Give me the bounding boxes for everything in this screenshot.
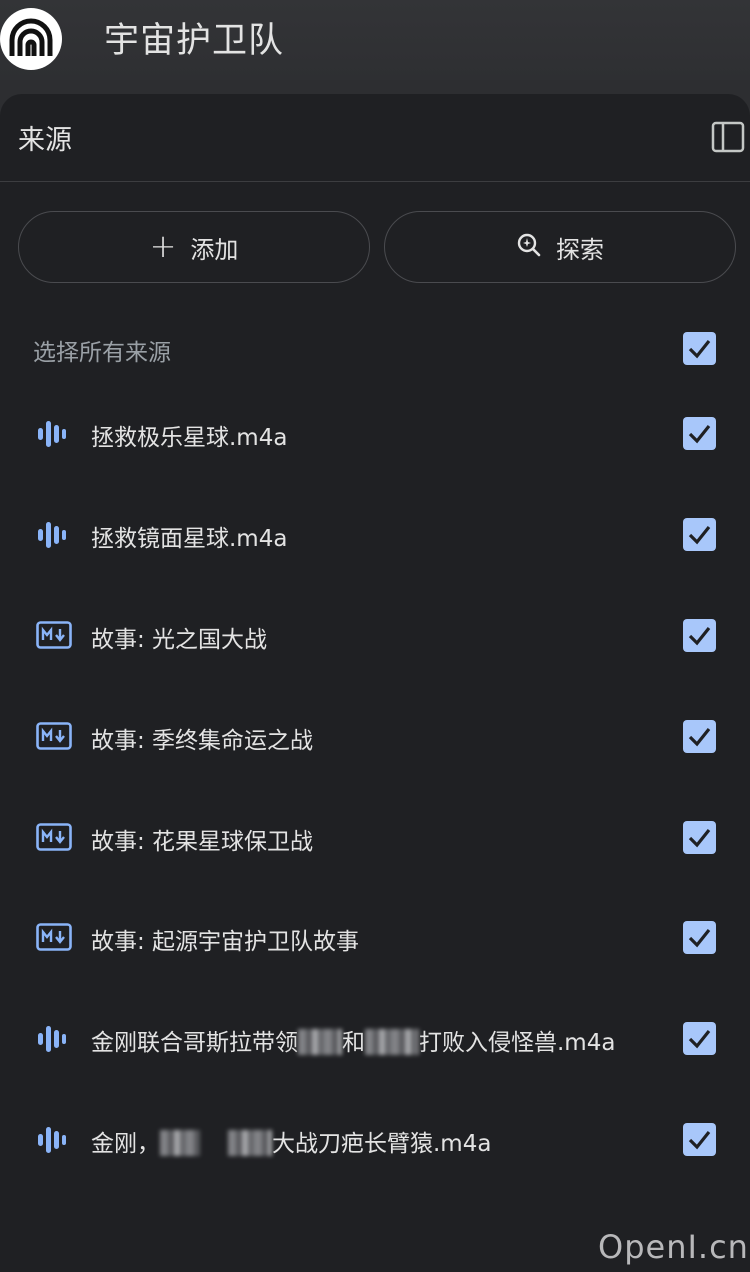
markdown-icon: [36, 923, 72, 953]
source-checkbox[interactable]: [683, 619, 716, 652]
source-item[interactable]: 拯救极乐星球.m4a: [0, 404, 750, 464]
source-item-label: 拯救极乐星球.m4a: [91, 418, 287, 452]
add-source-label: 添加: [190, 235, 239, 264]
markdown-icon: [36, 621, 72, 651]
sources-panel: 来源 + 添加 探索 选择所有来源 拯救极乐星球.m4a 拯救镜面星球.m4a 故事…: [0, 94, 750, 1272]
source-item[interactable]: 故事: 光之国大战: [0, 606, 750, 666]
source-title-text: 金刚联合哥斯拉带领: [91, 1030, 298, 1056]
notebooklm-logo-icon[interactable]: [0, 8, 62, 70]
plus-icon: +: [149, 226, 177, 265]
audio-icon: [36, 419, 72, 449]
redacted-text: [228, 1129, 272, 1156]
audio-icon: [36, 520, 72, 550]
source-checkbox[interactable]: [683, 821, 716, 854]
app-header: 宇宙护卫队: [0, 0, 750, 80]
source-item-label: 故事: 花果星球保卫战: [91, 822, 313, 856]
sparkle-search-icon: [516, 231, 542, 263]
sources-panel-title: 来源: [18, 125, 72, 156]
redacted-text: [160, 1129, 200, 1156]
source-item[interactable]: 故事: 季终集命运之战: [0, 707, 750, 767]
source-title-text: 金刚，: [91, 1131, 160, 1157]
source-checkbox[interactable]: [683, 1123, 716, 1156]
audio-icon: [36, 1024, 72, 1054]
source-title-text: 拯救极乐星球.m4a: [91, 425, 288, 451]
source-item[interactable]: 故事: 起源宇宙护卫队故事: [0, 908, 750, 968]
source-item-label: 故事: 光之国大战: [91, 620, 267, 654]
select-all-sources-row[interactable]: 选择所有来源: [0, 320, 750, 376]
source-title-text: 故事: 起源宇宙护卫队故事: [91, 929, 360, 955]
source-title-text: 大战刀疤长臂猿.m4a: [272, 1131, 492, 1157]
source-item[interactable]: 故事: 花果星球保卫战: [0, 808, 750, 868]
source-item[interactable]: 金刚， 大战刀疤长臂猿.m4a: [0, 1110, 750, 1170]
source-item-label: 故事: 季终集命运之战: [91, 721, 313, 755]
source-item-label: 故事: 起源宇宙护卫队故事: [91, 922, 359, 956]
source-item[interactable]: 拯救镜面星球.m4a: [0, 505, 750, 565]
notebook-title[interactable]: 宇宙护卫队: [104, 12, 284, 63]
source-item-label: 金刚联合哥斯拉带领 和 打败入侵怪兽.m4a: [91, 1023, 615, 1057]
discover-sources-button[interactable]: 探索: [384, 211, 736, 283]
source-item-label: 拯救镜面星球.m4a: [91, 519, 287, 553]
select-all-checkbox[interactable]: [683, 332, 716, 365]
redacted-text: [365, 1028, 419, 1055]
watermark: OpenI.cn: [598, 1228, 749, 1266]
redacted-text: [298, 1028, 342, 1055]
source-checkbox[interactable]: [683, 921, 716, 954]
markdown-icon: [36, 722, 72, 752]
select-all-label: 选择所有来源: [33, 340, 171, 366]
source-title-text: 故事: 光之国大战: [91, 627, 268, 653]
markdown-icon: [36, 823, 72, 853]
source-title-text: 拯救镜面星球.m4a: [91, 526, 288, 552]
source-title-text: 打败入侵怪兽.m4a: [419, 1030, 616, 1056]
source-checkbox[interactable]: [683, 417, 716, 450]
side-panel-icon[interactable]: [711, 120, 745, 154]
sources-panel-header: 来源: [0, 94, 750, 182]
source-checkbox[interactable]: [683, 720, 716, 753]
source-checkbox[interactable]: [683, 1022, 716, 1055]
add-source-button[interactable]: + 添加: [18, 211, 370, 283]
source-checkbox[interactable]: [683, 518, 716, 551]
source-title-text: 和: [342, 1030, 365, 1056]
source-title-text: 故事: 季终集命运之战: [91, 728, 314, 754]
source-item[interactable]: 金刚联合哥斯拉带领 和 打败入侵怪兽.m4a: [0, 1009, 750, 1069]
audio-icon: [36, 1125, 72, 1155]
source-item-label: 金刚， 大战刀疤长臂猿.m4a: [91, 1124, 491, 1158]
discover-label: 探索: [556, 235, 604, 264]
source-title-text: 故事: 花果星球保卫战: [91, 829, 314, 855]
